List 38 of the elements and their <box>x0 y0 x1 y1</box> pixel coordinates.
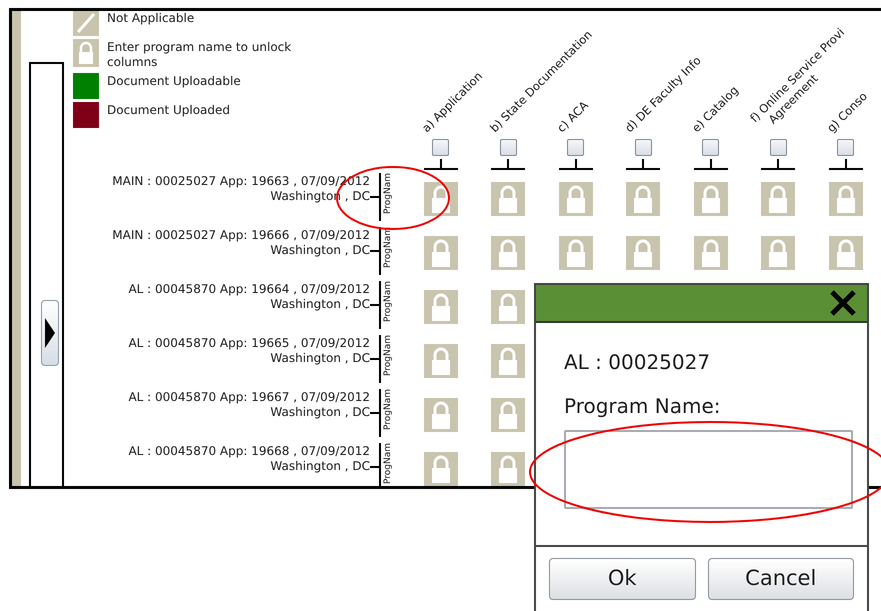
ok-button[interactable]: Ok <box>549 558 696 600</box>
program-name-tab[interactable]: ProgNam <box>383 335 394 376</box>
legend-label: Document Uploadable <box>107 73 242 89</box>
legend-label: Not Applicable <box>107 11 196 26</box>
record-location: Washington , DC <box>269 459 370 474</box>
record-title: AL : 00045870 App: 19664 , 07/09/2012 <box>127 282 370 297</box>
legend-label: Enter program name to unlock columns <box>107 39 292 70</box>
record-title: AL : 00045870 App: 19667 , 07/09/2012 <box>127 390 370 405</box>
record-title: AL : 00045870 App: 19665 , 07/09/2012 <box>127 336 370 351</box>
column-checkbox[interactable] <box>634 139 652 156</box>
record-title: AL : 00045870 App: 19668 , 07/09/2012 <box>127 444 370 459</box>
legend-label: Document Uploaded <box>107 102 232 118</box>
column-checkbox[interactable] <box>432 139 450 156</box>
program-name-tab[interactable]: ProgNam <box>383 173 394 214</box>
lock-icon <box>73 39 99 67</box>
program-name-tab[interactable]: ProgNam <box>383 443 394 484</box>
column-checkbox[interactable] <box>702 139 720 156</box>
record-location: Washington , DC <box>269 297 370 312</box>
column-checkbox[interactable] <box>567 139 584 156</box>
column-checkbox[interactable] <box>837 139 854 156</box>
close-icon <box>829 289 857 317</box>
program-name-tab[interactable]: ProgNam <box>383 389 394 430</box>
field-label: Program Name: <box>564 393 722 420</box>
cancel-button[interactable]: Cancel <box>708 558 854 600</box>
program-name-tab[interactable]: ProgNam <box>383 281 394 322</box>
program-name-field[interactable] <box>564 430 853 509</box>
not-applicable-icon <box>73 11 99 36</box>
dialog-heading: AL : 00025027 <box>564 349 712 376</box>
expand-button[interactable] <box>41 300 59 366</box>
record-location: Washington , DC <box>269 351 370 366</box>
program-name-tab[interactable]: ProgNam <box>383 227 394 268</box>
record-title: MAIN : 00025027 App: 19666 , 07/09/2012 <box>111 228 370 243</box>
triangle-right-icon <box>45 318 55 348</box>
lock-icon[interactable] <box>424 182 458 216</box>
record-location: Washington , DC <box>269 405 370 420</box>
column-checkbox[interactable] <box>770 139 787 156</box>
record-location: Washington , DC <box>269 243 370 258</box>
column-checkbox[interactable] <box>500 139 517 156</box>
